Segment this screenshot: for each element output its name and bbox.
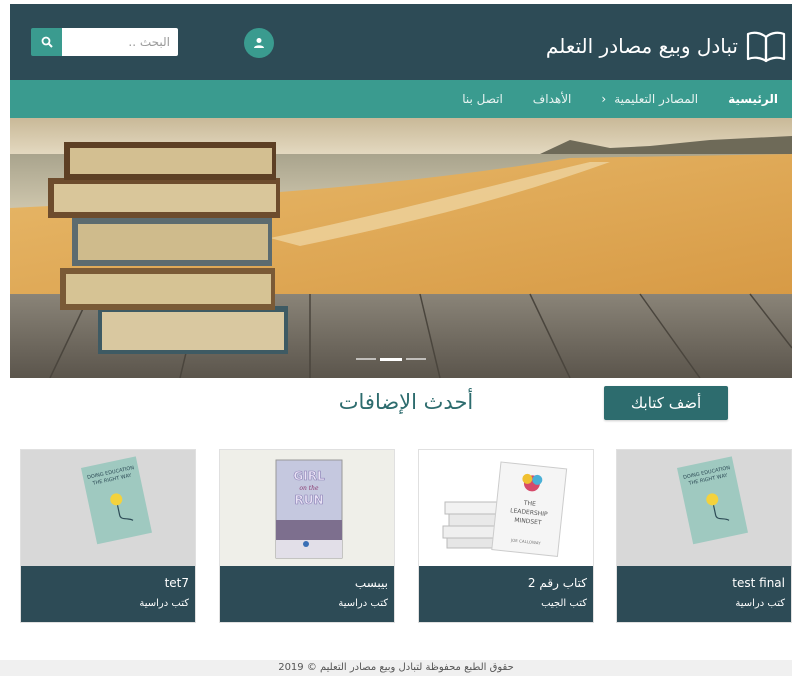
hero-image (10, 118, 792, 378)
site-title: تبادل وبيع مصادر التعلم (545, 34, 738, 58)
open-book-icon (746, 31, 786, 63)
nav-item-label: اتصل بنا (462, 92, 503, 106)
search-icon (41, 36, 53, 48)
book-cover-image: THE LEADERSHIP MINDSET JOE CALLOWAY (419, 450, 593, 566)
nav-item-goals[interactable]: الأهداف (533, 92, 572, 106)
nav-item-home[interactable]: الرئيسية (728, 92, 778, 106)
search-box (31, 28, 178, 56)
card-footer: tet7 كتب دراسية (21, 566, 195, 622)
card-category: كتب دراسية (735, 598, 785, 609)
section-title: أحدث الإضافات (338, 390, 474, 414)
site-header: تبادل وبيع مصادر التعلم (10, 4, 792, 80)
nav-item-label: الأهداف (532, 92, 572, 106)
add-book-button[interactable]: أضف كتابك (604, 386, 728, 420)
cover-text: on the (299, 485, 319, 492)
card-footer: بيبسب كتب دراسية (220, 566, 394, 622)
nav-item-label: المصادر التعليمية (614, 92, 699, 106)
search-input[interactable] (62, 28, 178, 56)
cover-text: THE (522, 500, 536, 508)
slide-indicator-active[interactable] (380, 358, 402, 361)
book-card[interactable]: DOING EDUCATION THE RIGHT WAY tet7 كتب د… (20, 449, 196, 623)
card-footer: test final كتب دراسية (617, 566, 791, 622)
slide-indicator[interactable] (356, 358, 376, 360)
main-nav: الرئيسية المصادر التعليمية ‹ الأهداف اتص… (10, 80, 792, 118)
book-card[interactable]: GIRL on the RUN بيبسب كتب دراسية (219, 449, 395, 623)
book-card[interactable]: DOING EDUCATION THE RIGHT WAY test final… (616, 449, 792, 623)
hero-slider[interactable] (10, 118, 792, 378)
card-category: كتب دراسية (338, 598, 388, 609)
footer-copyright: حقوق الطبع محفوظة لتبادل وبيع مصادر التع… (0, 660, 792, 676)
user-button[interactable] (244, 28, 274, 58)
card-title[interactable]: tet7 (29, 576, 189, 590)
chevron-left-icon: ‹ (601, 92, 607, 106)
book-card[interactable]: THE LEADERSHIP MINDSET JOE CALLOWAY كتاب… (418, 449, 594, 623)
book-cover-image: GIRL on the RUN (220, 450, 394, 566)
card-footer: كتاب رقم 2 كتب الجيب (419, 566, 593, 622)
cover-text: RUN (294, 493, 323, 507)
card-category: كتب الجيب (541, 598, 587, 609)
brand[interactable]: تبادل وبيع مصادر التعلم (546, 26, 786, 66)
card-title[interactable]: بيبسب (228, 576, 388, 590)
cover-text: GIRL (293, 469, 325, 483)
card-title[interactable]: test final (625, 576, 785, 590)
nav-item-contact[interactable]: اتصل بنا (462, 92, 503, 106)
card-title[interactable]: كتاب رقم 2 (427, 576, 587, 590)
search-button[interactable] (31, 28, 62, 56)
slide-indicator[interactable] (406, 358, 426, 360)
book-cover-image: DOING EDUCATION THE RIGHT WAY (21, 450, 195, 566)
card-category: كتب دراسية (139, 598, 189, 609)
user-icon (254, 38, 264, 48)
nav-item-label: الرئيسية (728, 92, 778, 106)
nav-item-resources[interactable]: المصادر التعليمية ‹ (601, 92, 698, 106)
book-cover-image: DOING EDUCATION THE RIGHT WAY (617, 450, 791, 566)
